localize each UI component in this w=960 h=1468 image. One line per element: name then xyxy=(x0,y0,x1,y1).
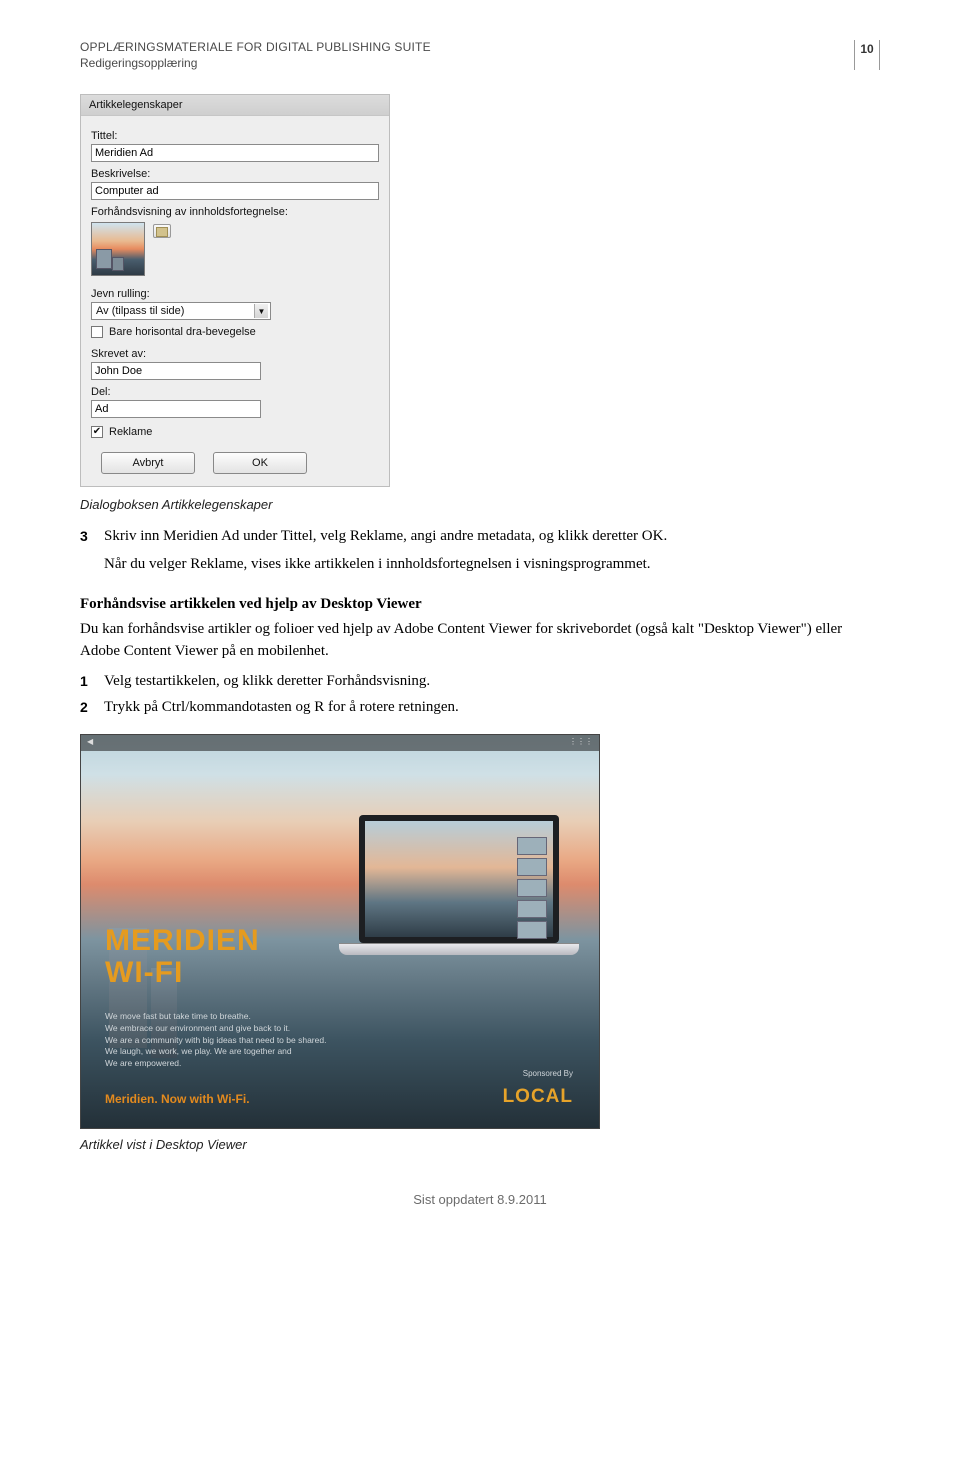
page-header: OPPLÆRINGSMATERIALE FOR DIGITAL PUBLISHI… xyxy=(80,40,880,70)
viewer-menu-icon: ⋮⋮⋮ xyxy=(569,737,593,746)
section-heading: Forhåndsvise artikkelen ved hjelp av Des… xyxy=(80,594,880,616)
cancel-button[interactable]: Avbryt xyxy=(101,452,195,474)
dialog-title: Artikkelegenskaper xyxy=(81,95,389,116)
smooth-scroll-value: Av (tilpass til side) xyxy=(96,305,184,317)
advertisement-label: Reklame xyxy=(109,426,152,438)
figure-caption-2: Artikkel vist i Desktop Viewer xyxy=(80,1137,880,1152)
advertisement-checkbox[interactable]: ✔ xyxy=(91,426,103,438)
step-2-text: Trykk på Ctrl/kommandotasten og R for å … xyxy=(104,697,880,719)
header-subtitle: Redigeringsopplæring xyxy=(80,56,846,70)
step-3-followup: Når du velger Reklame, vises ikke artikk… xyxy=(104,554,880,576)
step-3-number: 3 xyxy=(80,526,94,548)
section-body: Du kan forhåndsvise artikler og folioer … xyxy=(80,619,880,663)
browse-folder-icon[interactable] xyxy=(153,224,171,238)
ad-cta: Meridien. Now with Wi-Fi. xyxy=(105,1092,250,1106)
ad-headline: MERIDIEN WI-FI xyxy=(105,925,260,988)
description-label: Beskrivelse: xyxy=(91,168,379,180)
section-label: Del: xyxy=(91,386,379,398)
article-properties-dialog: Artikkelegenskaper Tittel: Beskrivelse: … xyxy=(80,94,390,487)
toc-thumbnail[interactable] xyxy=(91,222,145,276)
ad-tagline: We move fast but take time to breathe. W… xyxy=(105,1011,449,1070)
step-3-text: Skriv inn Meridien Ad under Tittel, velg… xyxy=(104,526,880,548)
step-1-text: Velg testartikkelen, og klikk deretter F… xyxy=(104,671,880,693)
author-label: Skrevet av: xyxy=(91,348,379,360)
step-2-number: 2 xyxy=(80,697,94,719)
viewer-top-bar: ◀ ⋮⋮⋮ xyxy=(81,735,599,751)
chevron-down-icon: ▼ xyxy=(254,304,268,318)
author-input[interactable] xyxy=(91,362,261,380)
desktop-viewer-preview: ◀ ⋮⋮⋮ MERIDIEN WI-FI We move fast but ta… xyxy=(80,734,600,1129)
viewer-back-icon: ◀ xyxy=(87,737,93,746)
ad-sponsor-logo: LOCAL xyxy=(503,1086,573,1108)
smooth-scroll-select[interactable]: Av (tilpass til side) ▼ xyxy=(91,302,271,320)
ok-button[interactable]: OK xyxy=(213,452,307,474)
title-label: Tittel: xyxy=(91,130,379,142)
horizontal-only-checkbox[interactable] xyxy=(91,326,103,338)
toc-preview-label: Forhåndsvisning av innholdsfortegnelse: xyxy=(91,206,379,218)
section-input[interactable] xyxy=(91,400,261,418)
laptop-graphic xyxy=(359,815,559,955)
last-updated: Sist oppdatert 8.9.2011 xyxy=(80,1192,880,1207)
page-number: 10 xyxy=(854,40,880,70)
title-input[interactable] xyxy=(91,144,379,162)
description-input[interactable] xyxy=(91,182,379,200)
horizontal-only-label: Bare horisontal dra-bevegelse xyxy=(109,326,256,338)
step-1-number: 1 xyxy=(80,671,94,693)
ad-sponsor-label: Sponsored By xyxy=(523,1069,573,1078)
figure-caption-1: Dialogboksen Artikkelegenskaper xyxy=(80,497,880,512)
smooth-scroll-label: Jevn rulling: xyxy=(91,288,379,300)
header-title: OPPLÆRINGSMATERIALE FOR DIGITAL PUBLISHI… xyxy=(80,40,846,54)
